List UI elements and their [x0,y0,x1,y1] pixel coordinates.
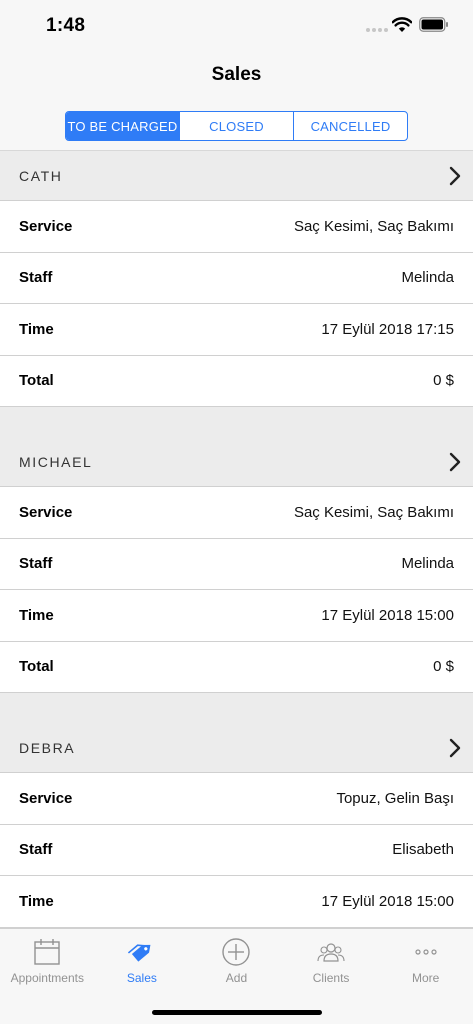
page-title: Sales [211,64,262,85]
row-value: Saç Kesimi, Saç Bakımı [293,217,454,235]
row-value: Melinda [401,555,454,573]
staff-row: Staff Elisabeth [0,824,473,876]
row-value: Topuz, Gelin Başı [336,789,454,807]
service-row: Service Topuz, Gelin Başı [0,773,473,825]
row-label: Total [19,372,54,390]
tab-appointments[interactable]: Appointments [0,929,95,991]
tab-label: More [412,971,440,985]
time-row: Time 17 Eylül 2018 15:00 [0,876,473,928]
staff-row: Staff Melinda [0,252,473,304]
tab-clients[interactable]: Clients [284,929,379,991]
wifi-icon [392,17,412,32]
signal-icon [366,28,388,32]
client-name: MICHAEL [19,453,93,470]
row-value: 17 Eylül 2018 15:00 [321,606,454,624]
segment-bar: TO BE CHARGED CLOSED CANCELLED [0,100,473,151]
sales-list[interactable]: CATH Service Saç Kesimi, Saç Bakımı Staff… [0,151,473,928]
row-value: 17 Eylül 2018 15:00 [321,892,454,910]
client-name: CATH [19,167,63,184]
service-row: Service Saç Kesimi, Saç Bakımı [0,487,473,539]
row-label: Time [19,320,54,338]
chevron-right-icon [449,452,461,471]
battery-icon [419,17,448,32]
more-icon [415,949,437,955]
time-row: Time 17 Eylül 2018 17:15 [0,304,473,356]
row-label: Service [19,503,73,521]
status-bar: 1:48 [0,0,473,50]
client-name: DEBRA [19,739,76,756]
tab-bar: Appointments Sales Add Clients More [0,928,473,1024]
segment-cancelled[interactable]: CANCELLED [294,112,407,140]
sale-section: DEBRA Service Topuz, Gelin Başı Staff Elis… [0,723,473,928]
row-value: 0 $ [433,372,454,390]
tab-more[interactable]: More [378,929,473,991]
staff-row: Staff Melinda [0,538,473,590]
section-spacer [0,693,473,723]
row-label: Time [19,606,54,624]
tag-icon [127,944,151,962]
chevron-right-icon [449,738,461,757]
total-row: Total 0 $ [0,355,473,407]
chevron-right-icon [449,166,461,185]
tab-label: Sales [126,971,157,985]
row-value: 17 Eylül 2018 17:15 [321,320,454,338]
tab-label: Clients [312,971,350,985]
segment-to-be-charged[interactable]: TO BE CHARGED [66,112,180,140]
calendar-icon [34,939,60,965]
tab-sales[interactable]: Sales [95,929,190,991]
status-segmented-control: TO BE CHARGED CLOSED CANCELLED [65,111,408,141]
sale-section: CATH Service Saç Kesimi, Saç Bakımı Staff… [0,151,473,407]
clients-icon [317,943,345,962]
row-value: Elisabeth [392,841,454,859]
tab-label: Add [225,971,248,985]
status-time: 1:48 [46,15,86,36]
service-row: Service Saç Kesimi, Saç Bakımı [0,201,473,253]
row-label: Staff [19,841,53,859]
row-label: Staff [19,269,53,287]
section-spacer [0,407,473,437]
segment-closed[interactable]: CLOSED [180,112,294,140]
tab-add[interactable]: Add [189,929,284,991]
add-circle-icon [222,938,251,966]
row-value: 0 $ [433,658,454,676]
home-indicator [152,1010,322,1015]
row-label: Time [19,892,54,910]
sale-header-debra[interactable]: DEBRA [0,723,473,773]
row-value: Melinda [401,269,454,287]
tab-label: Appointments [10,971,84,985]
row-label: Total [19,658,54,676]
time-row: Time 17 Eylül 2018 15:00 [0,590,473,642]
sale-header-cath[interactable]: CATH [0,151,473,201]
row-label: Service [19,217,73,235]
row-label: Service [19,789,73,807]
row-label: Staff [19,555,53,573]
sale-header-michael[interactable]: MICHAEL [0,437,473,487]
sale-section: MICHAEL Service Saç Kesimi, Saç Bakımı St… [0,437,473,693]
total-row: Total 0 $ [0,641,473,693]
navigation-bar: Sales [0,50,473,100]
row-value: Saç Kesimi, Saç Bakımı [293,503,454,521]
